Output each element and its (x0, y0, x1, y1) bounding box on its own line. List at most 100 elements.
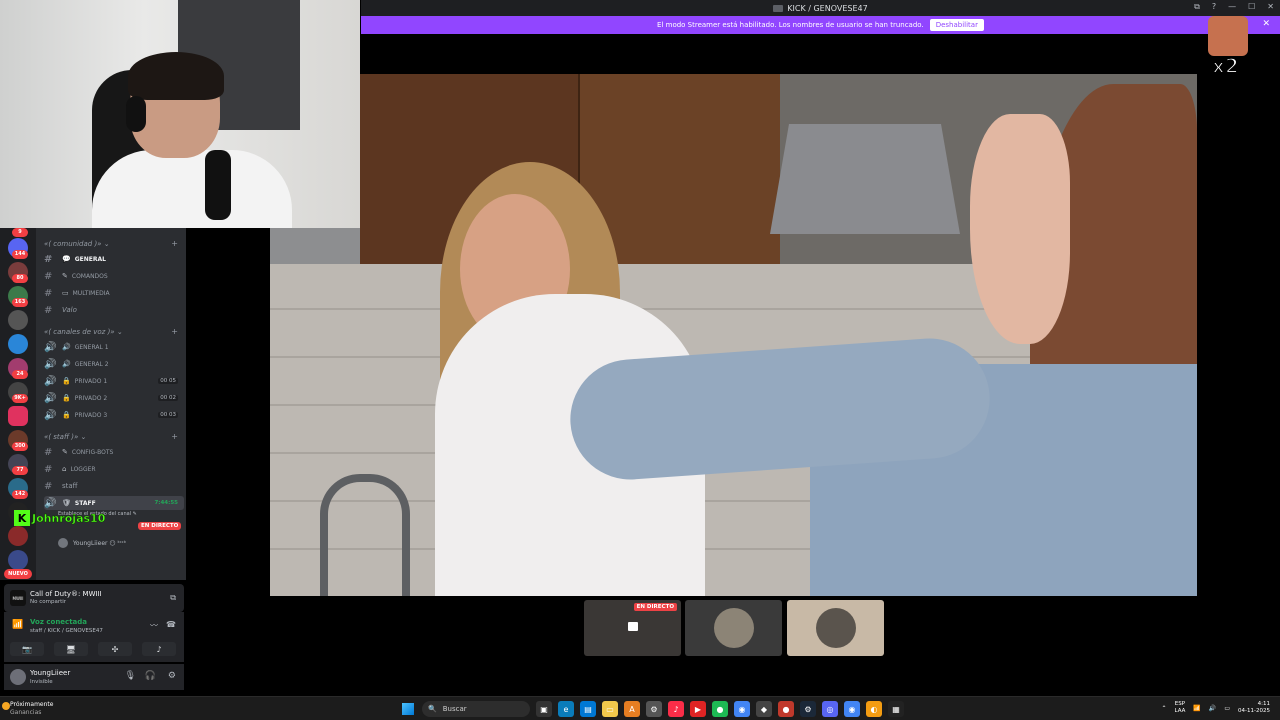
category-voz[interactable]: «( canales de voz )» ⌄ (44, 328, 123, 336)
chevron-up-icon[interactable]: ⌃ (1161, 705, 1166, 712)
spotify-icon[interactable]: ● (712, 701, 728, 717)
add-channel-icon[interactable]: + (171, 432, 178, 441)
channel-comandos[interactable]: # ✎ COMANDOS (44, 269, 184, 283)
emote-overlay: x2 (1206, 14, 1250, 79)
help-icon[interactable]: ? (1212, 2, 1216, 12)
close-banner-icon[interactable]: ✕ (1262, 19, 1270, 29)
avatar[interactable] (10, 669, 26, 685)
youtube-icon[interactable]: ▶ (690, 701, 706, 717)
popout-icon[interactable]: ⧉ (1194, 2, 1200, 12)
voice-connected-title[interactable]: Voz conectada (30, 618, 87, 626)
app-icon[interactable]: ◆ (756, 701, 772, 717)
taskbar-search[interactable]: 🔍 Buscar (422, 701, 530, 717)
activities-button[interactable]: ✣ (98, 642, 132, 656)
participant-tile-3[interactable] (787, 600, 884, 656)
channel-valo[interactable]: # Valo (44, 303, 184, 317)
server-icon[interactable] (8, 310, 28, 330)
speaker-icon: 🔊 (44, 375, 57, 387)
voice-user[interactable]: YoungLiieer 😶 ᵏᶦᶜᵏ (58, 537, 126, 549)
voice-channel-general-1[interactable]: 🔊 🔊 GENERAL 1 (44, 340, 184, 354)
language-indicator[interactable]: ESP LAA (1175, 701, 1186, 715)
speaker-icon: 🔊 (44, 392, 57, 404)
discord-icon[interactable]: ◎ (822, 701, 838, 717)
wifi-icon[interactable]: 📶 (1193, 705, 1200, 712)
user-limit: 00 02 (158, 395, 178, 401)
camera-off-button[interactable]: 📷 (10, 642, 44, 656)
live-badge: EN DIRECTO (633, 603, 677, 611)
channel-staff[interactable]: # staff (44, 479, 184, 493)
speaker-icon: 🔊 (44, 358, 57, 370)
game-icon: MWIII (10, 590, 26, 606)
microphone-icon[interactable]: 🎙 (125, 671, 136, 681)
store-icon[interactable]: ▤ (580, 701, 596, 717)
clock[interactable]: 4:11 04-11-2025 (1238, 701, 1270, 715)
username[interactable]: YoungLiieer (30, 669, 70, 677)
hash-icon: # (44, 270, 53, 282)
server-icon[interactable] (8, 550, 28, 570)
voice-channel-privado-3[interactable]: 🔊 🔒 PRIVADO 3 00 03 (44, 408, 184, 422)
maximize-button[interactable]: ☐ (1248, 2, 1255, 12)
settings-icon[interactable]: ⚙ (646, 701, 662, 717)
settings-gear-icon[interactable]: ⚙ (168, 671, 176, 681)
channel-logger[interactable]: # ⌂ LOGGER (44, 462, 184, 476)
speaker-icon: 🔊 (44, 409, 57, 421)
voice-channel-privado-2[interactable]: 🔊 🔒 PRIVADO 2 00 02 (44, 391, 184, 405)
channel-multimedia[interactable]: # ▭ MULTIMEDIA (44, 286, 184, 300)
steam-icon[interactable]: ⚙ (800, 701, 816, 717)
close-window-button[interactable]: ✕ (1267, 2, 1274, 12)
task-view-icon[interactable]: ▣ (536, 701, 552, 717)
app-icon[interactable]: ● (778, 701, 794, 717)
voice-channel-privado-1[interactable]: 🔊 🔒 PRIVADO 1 00 05 (44, 374, 184, 388)
microphone-image (205, 150, 231, 220)
search-placeholder: Buscar (442, 705, 467, 713)
add-channel-icon[interactable]: + (171, 327, 178, 336)
voice-connected-channel[interactable]: staff / KICK / GENOVESE47 (30, 628, 103, 634)
participant-tile-stream[interactable]: EN DIRECTO (584, 600, 681, 656)
app-a-icon[interactable]: A (624, 701, 640, 717)
participant-tile-2[interactable] (685, 600, 782, 656)
main-stream-video[interactable] (270, 74, 1197, 596)
server-icon[interactable] (8, 526, 28, 546)
headphones-icon[interactable]: 🎧 (145, 671, 156, 681)
edge-icon[interactable]: e (558, 701, 574, 717)
share-screen-icon[interactable]: ⧉ (170, 593, 176, 603)
server-badge: 142 (12, 490, 28, 499)
channel-config-bots[interactable]: # ✎ CONFIG-BOTS (44, 445, 184, 459)
app-icon[interactable]: ◐ (866, 701, 882, 717)
disable-streamer-mode-button[interactable]: Deshabilitar (929, 19, 984, 31)
shield-icon: 🛡 (62, 499, 71, 507)
category-comunidad[interactable]: «( comunidad )» ⌄ (44, 240, 110, 248)
tools-icon: ⌂ (62, 465, 67, 473)
obs-icon[interactable]: ▦ (888, 701, 904, 717)
music-icon[interactable]: ♪ (668, 701, 684, 717)
participant-avatar (816, 608, 856, 648)
soundboard-button[interactable]: ♪ (142, 642, 176, 656)
speaker-icon: 🔊 (62, 360, 71, 368)
windows-start-icon[interactable] (402, 703, 414, 715)
screen-share-button[interactable]: 🖥 (54, 642, 88, 656)
hash-icon: # (44, 480, 53, 492)
chrome-icon[interactable]: ◉ (844, 701, 860, 717)
file-explorer-icon[interactable]: ▭ (602, 701, 618, 717)
weather-icon[interactable] (2, 702, 10, 710)
disconnect-icon[interactable]: ☎ (166, 620, 176, 629)
avatar (58, 538, 68, 548)
signal-icon[interactable]: 📶 (12, 620, 23, 630)
hash-icon: # (44, 304, 53, 316)
hash-icon: # (44, 287, 53, 299)
server-icon[interactable] (8, 406, 28, 426)
voice-channel-general-2[interactable]: 🔊 🔊 GENERAL 2 (44, 357, 184, 371)
hash-icon: # (44, 463, 53, 475)
channel-general[interactable]: # 💬 GENERAL (44, 252, 184, 266)
chrome-icon[interactable]: ◉ (734, 701, 750, 717)
taskbar-apps: ▣ e ▤ ▭ A ⚙ ♪ ▶ ● ◉ ◆ ● ⚙ ◎ ◉ ◐ ▦ (536, 701, 904, 717)
minimize-button[interactable]: — (1228, 2, 1236, 12)
weather-widget[interactable]: Próximamente Ganancias (10, 701, 53, 717)
category-staff[interactable]: «( staff )» ⌄ (44, 433, 86, 441)
add-channel-icon[interactable]: + (171, 239, 178, 248)
battery-icon[interactable]: ▭ (1224, 705, 1230, 712)
volume-icon[interactable]: 🔊 (1209, 705, 1216, 712)
noise-suppression-icon[interactable]: 〰 (150, 620, 158, 631)
system-tray: ⌃ ESP LAA 📶 🔊 ▭ 4:11 04-11-2025 (1161, 701, 1270, 715)
server-icon[interactable] (8, 334, 28, 354)
